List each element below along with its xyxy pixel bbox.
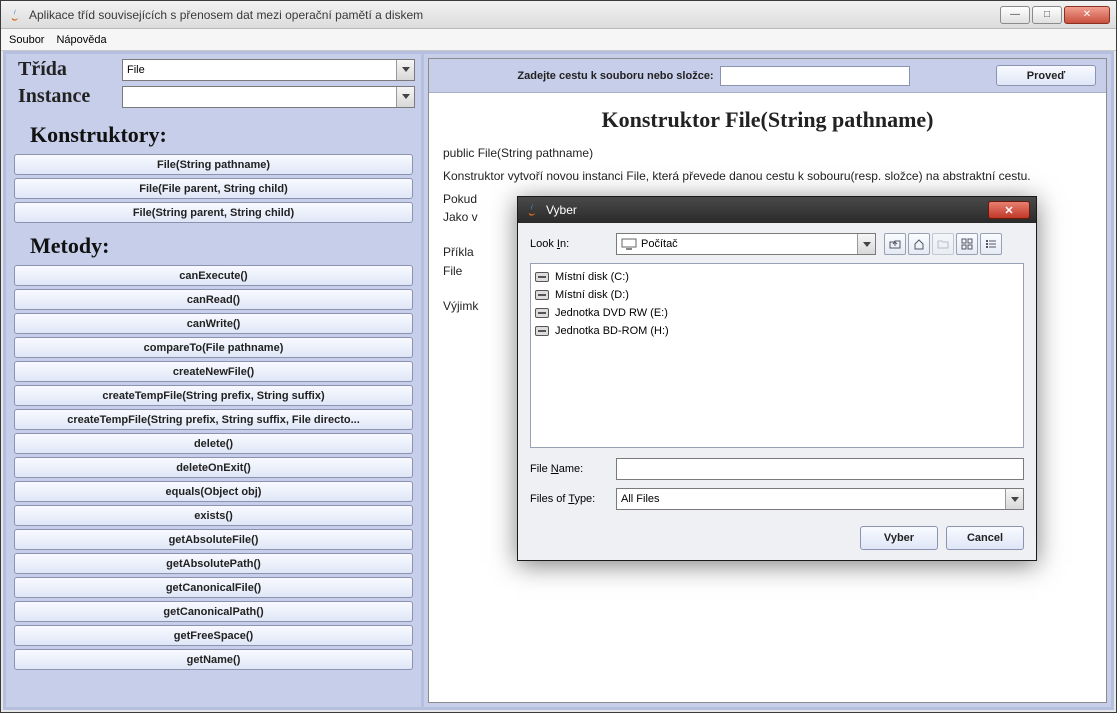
path-bar: Zadejte cestu k souboru nebo složce: Pro…: [429, 59, 1106, 93]
constructor-button[interactable]: File(File parent, String child): [14, 178, 413, 199]
method-button[interactable]: canExecute(): [14, 265, 413, 286]
method-button[interactable]: getAbsolutePath(): [14, 553, 413, 574]
method-button[interactable]: createNewFile(): [14, 361, 413, 382]
path-input[interactable]: [720, 66, 910, 86]
method-button[interactable]: getName(): [14, 649, 413, 670]
method-button[interactable]: createTempFile(String prefix, String suf…: [14, 409, 413, 430]
maximize-button[interactable]: □: [1032, 6, 1062, 24]
class-label: Třída: [18, 58, 122, 81]
dialog-titlebar: Vyber ✕: [518, 197, 1036, 223]
file-name-input[interactable]: [616, 458, 1024, 480]
class-combo-value: File: [127, 64, 145, 76]
drive-label: Místní disk (D:): [555, 289, 629, 301]
doc-heading: Konstruktor File(String pathname): [443, 107, 1092, 133]
list-view-icon[interactable]: [956, 233, 978, 255]
constructor-list: File(String pathname) File(File parent, S…: [6, 152, 421, 225]
close-button[interactable]: ✕: [1064, 6, 1110, 24]
method-button[interactable]: getAbsoluteFile(): [14, 529, 413, 550]
drive-label: Jednotka BD-ROM (H:): [555, 325, 669, 337]
window-title: Aplikace tříd souvisejících s přenosem d…: [29, 8, 1000, 22]
dialog-close-button[interactable]: ✕: [988, 201, 1030, 219]
dialog-cancel-button[interactable]: Cancel: [946, 526, 1024, 550]
drive-item[interactable]: Jednotka BD-ROM (H:): [535, 322, 1019, 340]
menu-help[interactable]: Nápověda: [56, 34, 106, 46]
method-button[interactable]: getCanonicalFile(): [14, 577, 413, 598]
method-button[interactable]: getFreeSpace(): [14, 625, 413, 646]
menu-file[interactable]: Soubor: [9, 34, 44, 46]
computer-icon: [621, 238, 637, 250]
constructors-header: Konstruktory:: [6, 114, 421, 152]
doc-signature: public File(String pathname): [443, 145, 1092, 162]
path-prompt: Zadejte cestu k souboru nebo složce:: [517, 70, 713, 82]
method-button[interactable]: delete(): [14, 433, 413, 454]
method-button[interactable]: getCanonicalPath(): [14, 601, 413, 622]
file-name-label: File Name:: [530, 463, 608, 475]
drive-item[interactable]: Jednotka DVD RW (E:): [535, 304, 1019, 322]
drive-label: Jednotka DVD RW (E:): [555, 307, 668, 319]
method-button[interactable]: deleteOnExit(): [14, 457, 413, 478]
chevron-down-icon: [1005, 489, 1023, 509]
dialog-ok-button[interactable]: Vyber: [860, 526, 938, 550]
method-list: canExecute() canRead() canWrite() compareTo…: [6, 263, 421, 707]
drive-label: Místní disk (C:): [555, 271, 629, 283]
window-controls: — □ ✕: [1000, 6, 1110, 24]
menubar: Soubor Nápověda: [1, 29, 1116, 51]
disk-icon: [535, 272, 549, 282]
method-button[interactable]: canRead(): [14, 289, 413, 310]
disk-icon: [535, 326, 549, 336]
java-icon: [7, 7, 23, 23]
method-button[interactable]: createTempFile(String prefix, String suf…: [14, 385, 413, 406]
files-type-combo[interactable]: All Files: [616, 488, 1024, 510]
files-type-value: All Files: [621, 493, 660, 505]
class-combo[interactable]: File: [122, 59, 415, 81]
look-in-combo[interactable]: Počítač: [616, 233, 876, 255]
drive-item[interactable]: Místní disk (D:): [535, 286, 1019, 304]
chevron-down-icon: [396, 87, 414, 107]
new-folder-icon[interactable]: [932, 233, 954, 255]
file-dialog: Vyber ✕ Look In: Počítač Místní disk (C:…: [517, 196, 1037, 561]
java-icon: [524, 202, 540, 218]
method-button[interactable]: exists(): [14, 505, 413, 526]
disk-icon: [535, 308, 549, 318]
constructor-button[interactable]: File(String pathname): [14, 154, 413, 175]
constructor-button[interactable]: File(String parent, String child): [14, 202, 413, 223]
details-view-icon[interactable]: [980, 233, 1002, 255]
files-type-label: Files of Type:: [530, 493, 608, 505]
look-in-label: Look In:: [530, 238, 608, 250]
disk-icon: [535, 290, 549, 300]
left-panel: Třída File Instance Konstr: [6, 54, 424, 707]
file-list[interactable]: Místní disk (C:) Místní disk (D:) Jednotka…: [530, 263, 1024, 448]
go-button[interactable]: Proveď: [996, 65, 1096, 86]
chevron-down-icon: [857, 234, 875, 254]
chevron-down-icon: [396, 60, 414, 80]
home-icon[interactable]: [908, 233, 930, 255]
method-button[interactable]: compareTo(File pathname): [14, 337, 413, 358]
method-button[interactable]: equals(Object obj): [14, 481, 413, 502]
method-button[interactable]: canWrite(): [14, 313, 413, 334]
toolbar: [884, 233, 1002, 255]
methods-header: Metody:: [6, 225, 421, 263]
dialog-title: Vyber: [546, 203, 988, 217]
minimize-button[interactable]: —: [1000, 6, 1030, 24]
instance-combo[interactable]: [122, 86, 415, 108]
doc-para1: Konstruktor vytvoří novou instanci File,…: [443, 168, 1092, 185]
window-titlebar: Aplikace tříd souvisejících s přenosem d…: [1, 1, 1116, 29]
instance-label: Instance: [18, 85, 122, 108]
look-in-value: Počítač: [641, 238, 678, 250]
drive-item[interactable]: Místní disk (C:): [535, 268, 1019, 286]
up-folder-icon[interactable]: [884, 233, 906, 255]
